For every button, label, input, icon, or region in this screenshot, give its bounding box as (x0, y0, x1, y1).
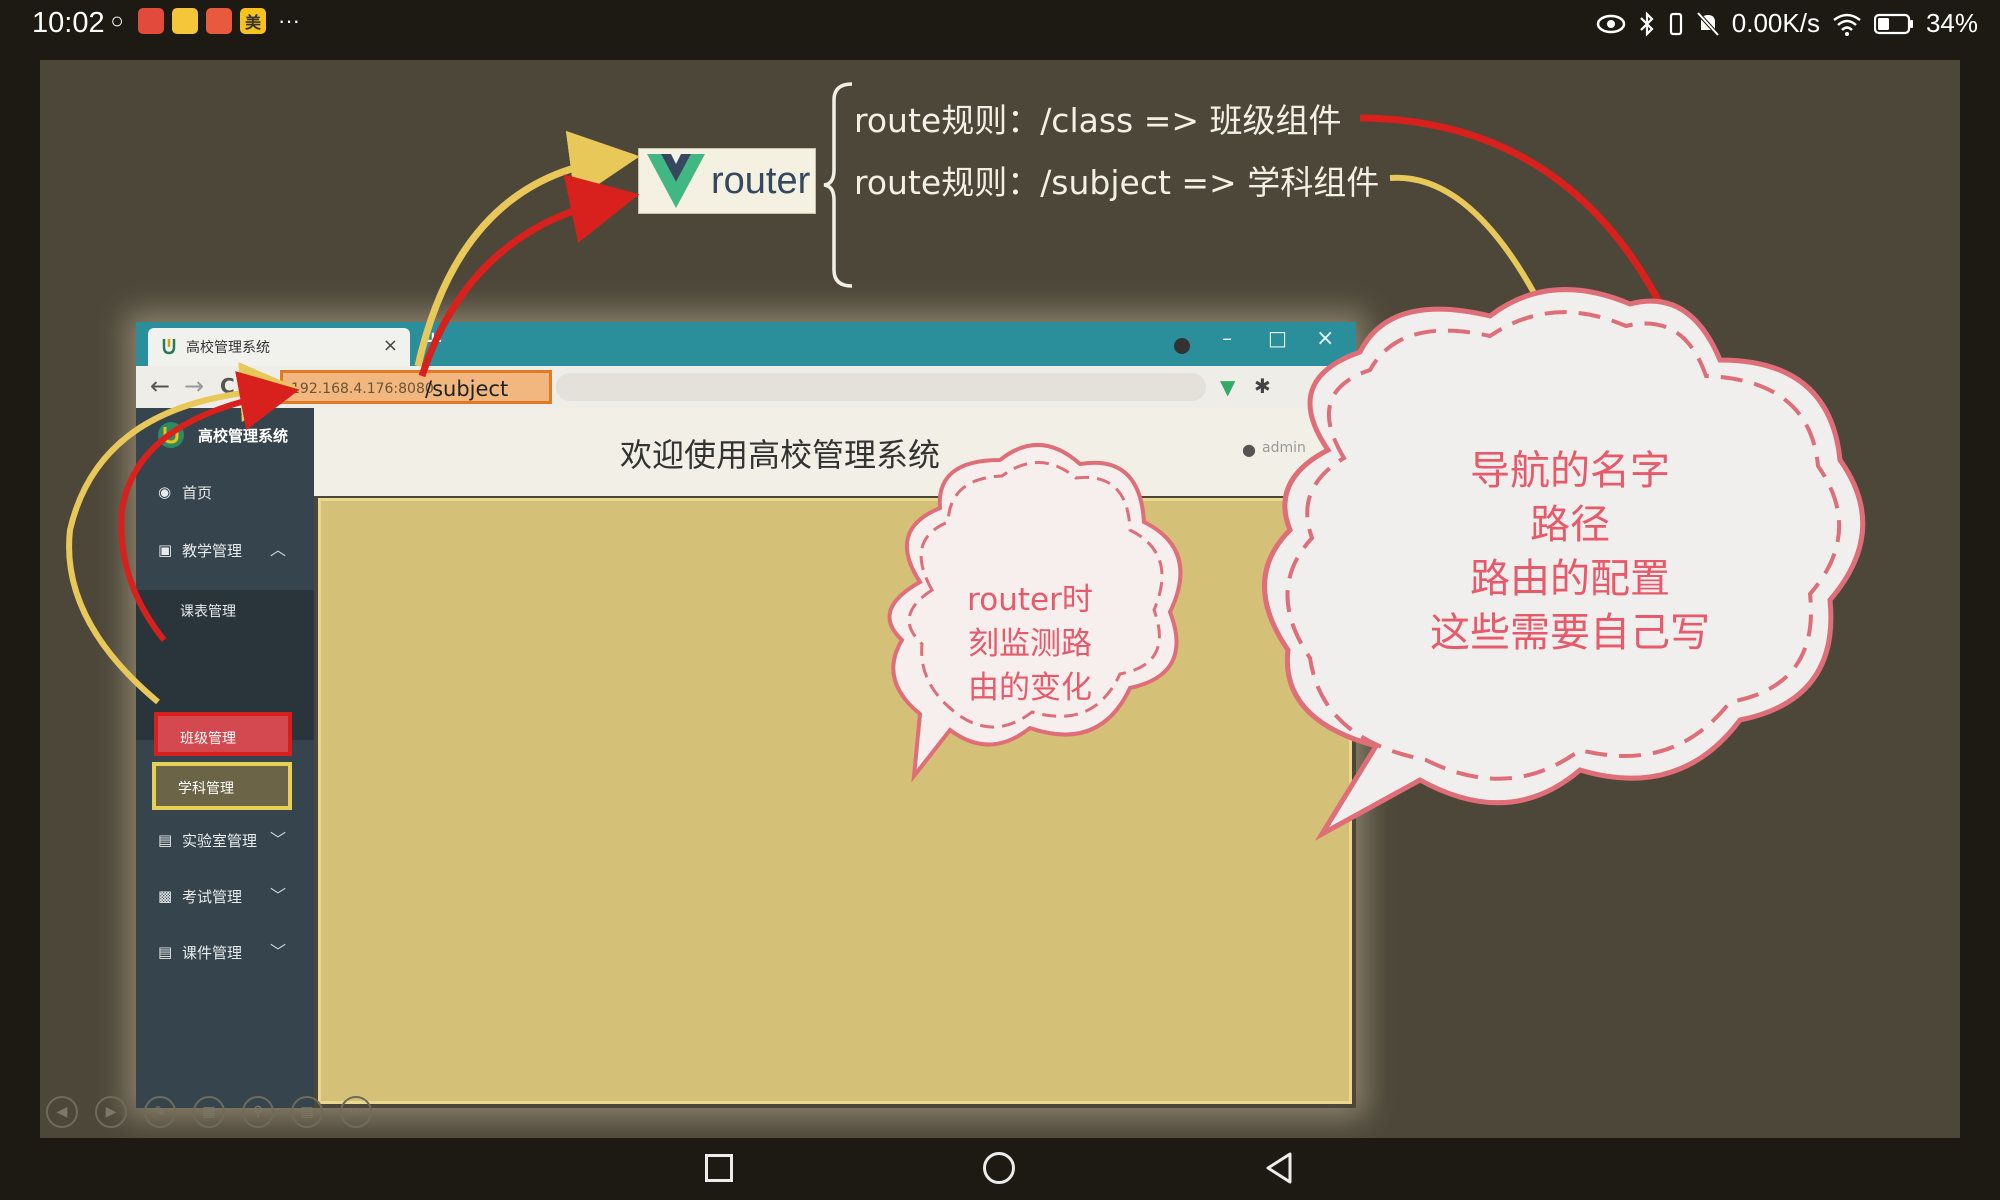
arrow-red-class-to-url (118, 371, 300, 642)
callout-line: 导航的名字 (1470, 448, 1670, 494)
callout-line: 路径 (1530, 502, 1610, 548)
arrow-yellow-subject-to-url (66, 362, 300, 705)
app-icon-meituan: 美 (240, 8, 266, 34)
home-button[interactable] (983, 1152, 1015, 1184)
next-slide-icon[interactable]: ▶ (95, 1096, 127, 1128)
bluetooth-icon (1640, 10, 1654, 37)
pen-icon[interactable]: ✎ (144, 1096, 176, 1128)
slideshow-toolbar: ◀ ▶ ✎ ▦ ⚲ ▤ ⋯ (46, 1096, 372, 1128)
callout-self-write: 导航的名字 路径 路由的配置 这些需要自己写 (1360, 444, 1780, 660)
slide-canvas: router route规则：/class => 班级组件 route规则：/s… (40, 60, 1960, 1138)
app-icon-1 (138, 8, 164, 34)
system-status: 0.00K/s 34% (1596, 8, 1978, 39)
status-time: 10:02 (32, 7, 105, 39)
system-navigation-bar (0, 1138, 2000, 1200)
recent-apps-button[interactable] (705, 1154, 733, 1182)
battery-level: 34% (1925, 8, 1978, 38)
app-icon-3 (206, 8, 232, 34)
wifi-icon (1833, 13, 1861, 36)
callout-line: 路由的配置 (1470, 556, 1670, 602)
vibrate-icon (1669, 12, 1682, 35)
callout-line: 刻监测路 (968, 626, 1092, 662)
callout-router-watch: router时 刻监测路 由的变化 (920, 578, 1140, 710)
more-options-icon[interactable]: ⋯ (340, 1096, 372, 1128)
eye-icon (1596, 14, 1626, 33)
subtitle-icon[interactable]: ▤ (291, 1096, 323, 1128)
more-notifications: ··· (278, 8, 300, 33)
battery-icon (1873, 13, 1913, 34)
network-speed: 0.00K/s (1731, 8, 1820, 38)
callout-line: router时 (967, 582, 1093, 618)
mute-bell-icon (1696, 11, 1720, 36)
back-triangle-icon[interactable] (1264, 1151, 1294, 1185)
callout-line: 这些需要自己写 (1430, 610, 1710, 656)
callout-line: 由的变化 (968, 670, 1092, 706)
arrow-red-to-router (418, 174, 640, 378)
app-icon-2 (172, 8, 198, 34)
wechat-icon: ○ (110, 8, 124, 33)
slides-grid-icon[interactable]: ▦ (193, 1096, 225, 1128)
arrow-yellow-to-router (414, 130, 640, 367)
zoom-icon[interactable]: ⚲ (242, 1096, 274, 1128)
prev-slide-icon[interactable]: ◀ (46, 1096, 78, 1128)
notification-icons: ○ 美 ··· (104, 8, 300, 34)
status-bar: 10:02 ○ 美 ··· 0.00K/s 34% (0, 0, 2000, 50)
